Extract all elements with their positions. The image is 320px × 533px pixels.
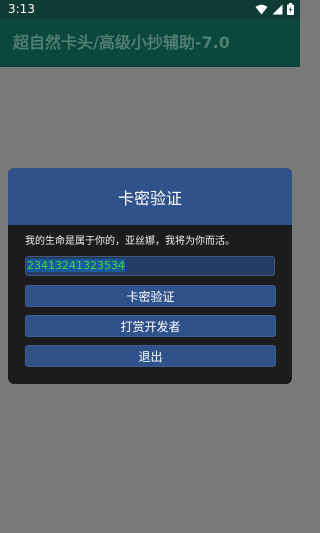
status-bar: 3:13 (0, 0, 300, 19)
wifi-icon (255, 0, 268, 19)
dialog-header: 卡密验证 (8, 168, 292, 225)
exit-button[interactable]: 退出 (25, 345, 276, 367)
signal-icon (272, 0, 283, 19)
verify-button[interactable]: 卡密验证 (25, 285, 276, 307)
card-code-input[interactable]: 23413241323534 (25, 256, 275, 276)
card-verification-dialog: 卡密验证 我的生命是属于你的，亚丝娜，我将为你而活。 2341324132353… (8, 168, 292, 384)
donate-developer-button[interactable]: 打赏开发者 (25, 315, 276, 337)
status-icons (255, 3, 294, 16)
card-code-value: 23413241323534 (27, 259, 125, 272)
dialog-title: 卡密验证 (117, 188, 182, 208)
app-title: 超自然卡头/高级小抄辅助-7.0 (13, 33, 230, 52)
status-time: 3:13 (8, 2, 35, 16)
dialog-message: 我的生命是属于你的，亚丝娜，我将为你而活。 (25, 236, 235, 247)
app-bar: 超自然卡头/高级小抄辅助-7.0 (0, 19, 300, 67)
battery-charging-icon (287, 0, 294, 19)
